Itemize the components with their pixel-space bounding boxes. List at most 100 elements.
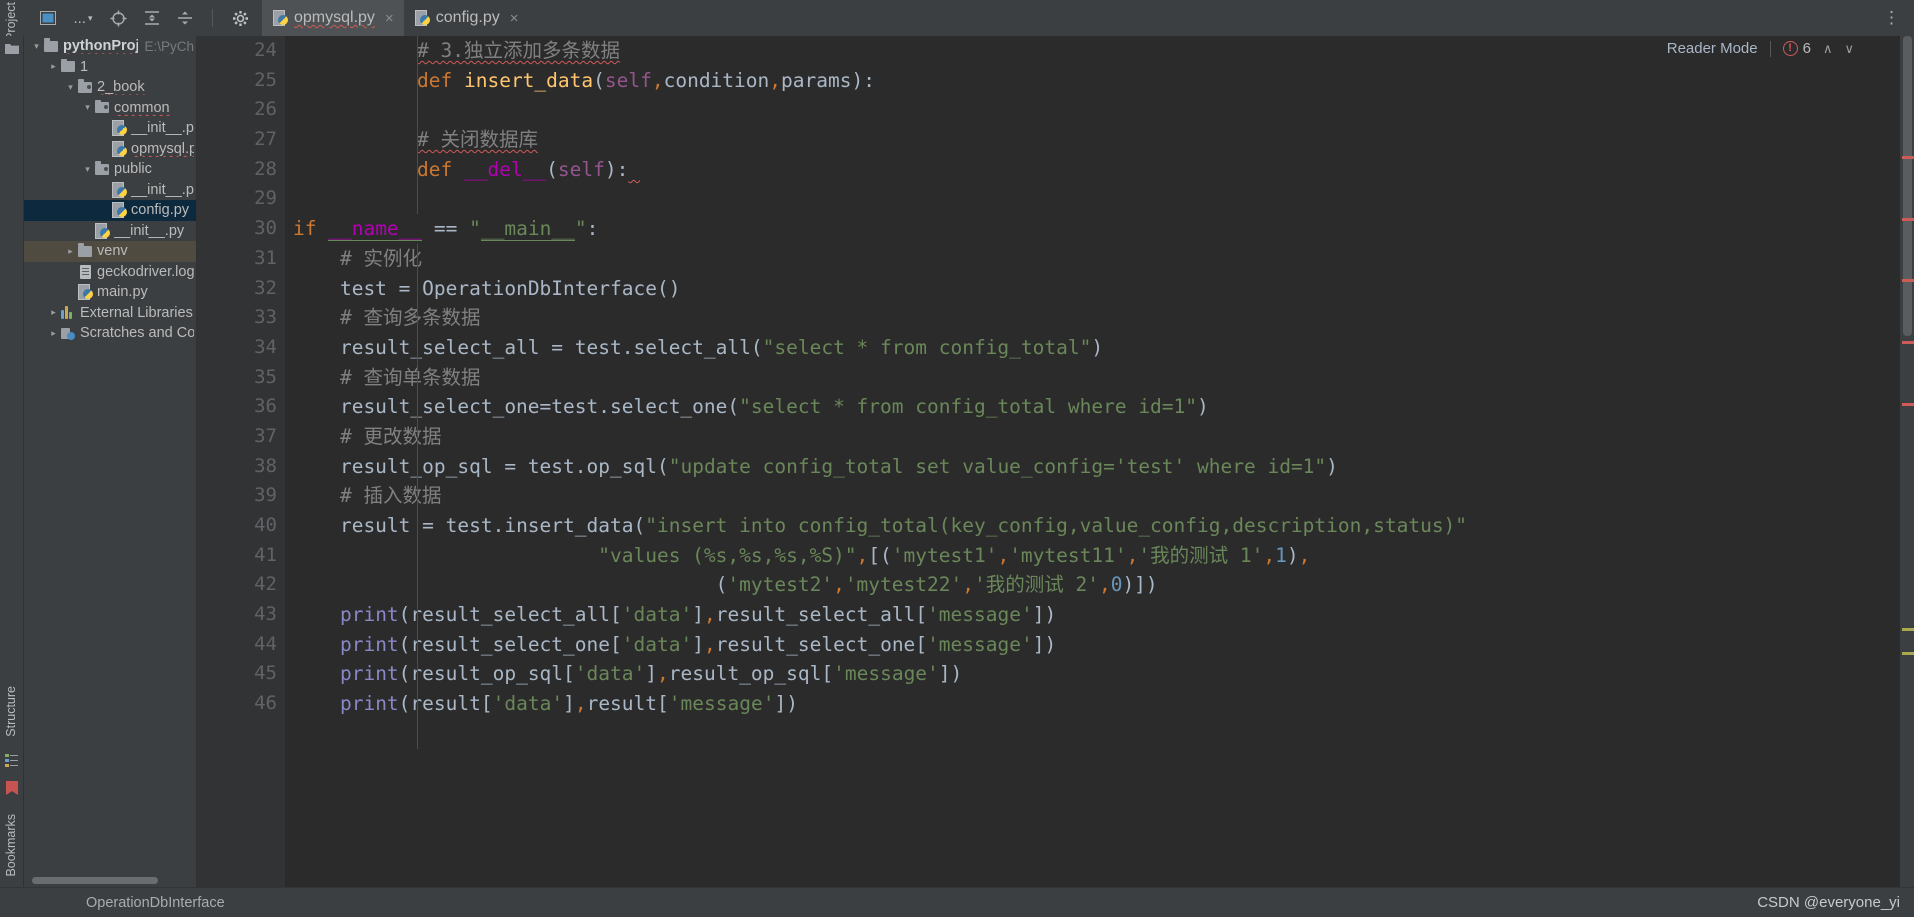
more-options-kebab-icon[interactable]: ⋮ — [1869, 0, 1914, 36]
tree-item-common[interactable]: ▾ common — [24, 98, 196, 119]
line-number[interactable]: 40 — [197, 511, 285, 541]
line-number[interactable]: 32 — [197, 274, 285, 304]
code-line[interactable]: print(result_select_one['data'],result_s… — [293, 630, 1900, 660]
line-number[interactable]: 43 — [197, 600, 285, 630]
chevron-right-icon[interactable]: ▸ — [47, 307, 60, 318]
code-line[interactable]: "values (%s,%s,%s,%S)",[('mytest1','myte… — [293, 541, 1900, 571]
tree-item-2-book[interactable]: ▾ 2_book — [24, 77, 196, 98]
settings-gear-icon[interactable] — [231, 9, 250, 28]
code-line[interactable]: def __del__(self): — [293, 155, 1900, 185]
tree-item-main-py[interactable]: main.py — [24, 282, 196, 303]
project-selector-caret[interactable]: ... ▾ — [71, 9, 95, 28]
prev-problem-icon[interactable]: ∧ — [1823, 41, 1833, 57]
line-number[interactable]: 39 — [197, 481, 285, 511]
tree-item-external-libraries[interactable]: ▸ External Libraries — [24, 303, 196, 324]
code-line[interactable]: if __name__ == "__main__": — [293, 214, 1900, 244]
line-number[interactable]: 38 — [197, 452, 285, 482]
error-count-badge[interactable]: ! 6 — [1782, 40, 1811, 57]
inspection-mark[interactable] — [1902, 341, 1914, 344]
tree-item-scratches-and-console[interactable]: ▸ Scratches and Console — [24, 323, 196, 344]
code-line[interactable]: # 3.独立添加多条数据 — [293, 36, 1900, 66]
code-line[interactable]: result = test.insert_data("insert into c… — [293, 511, 1900, 541]
code-line[interactable]: # 实例化 — [293, 244, 1900, 274]
line-number[interactable]: 36 — [197, 392, 285, 422]
line-number[interactable]: 31 — [197, 244, 285, 274]
code-line[interactable]: print(result_op_sql['data'],result_op_sq… — [293, 659, 1900, 689]
tree-item-init-py[interactable]: __init__.py — [24, 118, 196, 139]
code-line[interactable]: ('mytest2','mytest22','我的测试 2',0)]) — [293, 570, 1900, 600]
inspection-mark[interactable] — [1902, 403, 1914, 406]
line-number[interactable]: 35 — [197, 363, 285, 393]
line-number[interactable]: 25 — [197, 66, 285, 96]
tab-opmysql-py[interactable]: opmysql.py × — [262, 0, 404, 36]
code-line[interactable]: # 插入数据 — [293, 481, 1900, 511]
code-line[interactable] — [293, 95, 1900, 125]
line-number[interactable]: 45 — [197, 659, 285, 689]
line-number[interactable]: 37 — [197, 422, 285, 452]
tree-item-geckodriver-log[interactable]: geckodriver.log — [24, 262, 196, 283]
close-icon[interactable]: × — [385, 11, 394, 26]
chevron-right-icon[interactable]: ▸ — [64, 246, 77, 257]
tree-horizontal-scrollbar[interactable] — [32, 877, 158, 884]
code-line[interactable]: result_select_all = test.select_all("sel… — [293, 333, 1900, 363]
collapse-all-icon[interactable] — [175, 9, 194, 28]
target-locate-icon[interactable] — [109, 9, 128, 28]
project-folder-icon[interactable] — [5, 42, 19, 56]
chevron-down-icon[interactable]: ▾ — [30, 41, 43, 52]
line-number[interactable]: 24 — [197, 36, 285, 66]
inspection-mark[interactable] — [1902, 628, 1914, 631]
reader-mode-label[interactable]: Reader Mode — [1667, 40, 1758, 57]
line-number[interactable]: 42 — [197, 570, 285, 600]
line-number[interactable]: 44 — [197, 630, 285, 660]
line-number[interactable]: 46 — [197, 689, 285, 719]
tree-item-venv[interactable]: ▸ venv — [24, 241, 196, 262]
tree-item-opmysql-py[interactable]: opmysql.py — [24, 139, 196, 160]
next-problem-icon[interactable]: ∨ — [1844, 41, 1854, 57]
line-number[interactable]: 30 — [197, 214, 285, 244]
code-line[interactable]: test = OperationDbInterface() — [293, 274, 1900, 304]
line-number[interactable]: 34 — [197, 333, 285, 363]
inspection-mark[interactable] — [1902, 652, 1914, 655]
chevron-down-icon[interactable]: ▾ — [81, 102, 94, 113]
code-line[interactable]: # 更改数据 — [293, 422, 1900, 452]
tab-config-py[interactable]: config.py × — [404, 0, 529, 36]
code-line[interactable]: result_op_sql = test.op_sql("update conf… — [293, 452, 1900, 482]
line-number[interactable]: 41 — [197, 541, 285, 571]
code-content[interactable]: # 3.独立添加多条数据 def insert_data(self,conditi… — [285, 36, 1900, 887]
inspection-mark[interactable] — [1902, 279, 1914, 282]
code-line[interactable]: print(result['data'],result['message']) — [293, 689, 1900, 719]
inspection-mark[interactable] — [1902, 218, 1914, 221]
code-line[interactable]: # 关闭数据库 — [293, 125, 1900, 155]
close-icon[interactable]: × — [510, 11, 519, 26]
inspection-mark[interactable] — [1902, 156, 1914, 159]
bookmark-icon[interactable] — [6, 781, 18, 795]
code-line[interactable] — [293, 184, 1900, 214]
editor-scrollbar-thumb[interactable] — [1903, 36, 1912, 336]
line-number[interactable]: 27 — [197, 125, 285, 155]
tree-item-config-py[interactable]: config.py — [24, 200, 196, 221]
bookmarks-rail-label[interactable]: Bookmarks — [4, 814, 18, 877]
chevron-down-icon[interactable]: ▾ — [81, 164, 94, 175]
code-line[interactable]: # 查询多条数据 — [293, 303, 1900, 333]
tree-item-pythonproject[interactable]: ▾ pythonProject E:\PyCh — [24, 36, 196, 57]
expand-all-icon[interactable] — [142, 9, 161, 28]
line-number[interactable]: 29 — [197, 184, 285, 214]
line-number[interactable]: 28 — [197, 155, 285, 185]
structure-icon[interactable] — [5, 753, 19, 767]
editor-gutter[interactable]: 24 25 26 27 28 29 30 31 32 33 34 35 36 37 38 39 40 41 42 43… — [197, 36, 285, 887]
tree-item-init-py[interactable]: __init__.py — [24, 180, 196, 201]
code-line[interactable]: def insert_data(self,condition,params): — [293, 66, 1900, 96]
tree-item-init-py[interactable]: __init__.py — [24, 221, 196, 242]
inspection-strip[interactable] — [1900, 36, 1914, 887]
breadcrumb[interactable]: OperationDbInterface — [24, 895, 225, 911]
structure-rail-label[interactable]: Structure — [4, 686, 18, 737]
line-number[interactable]: 33 — [197, 303, 285, 333]
chevron-right-icon[interactable]: ▸ — [47, 328, 60, 339]
tree-item-public[interactable]: ▾ public — [24, 159, 196, 180]
tree-item-1[interactable]: ▸ 1 — [24, 57, 196, 78]
code-line[interactable]: result_select_one=test.select_one("selec… — [293, 392, 1900, 422]
line-number[interactable]: 26 — [197, 95, 285, 125]
chevron-right-icon[interactable]: ▸ — [47, 61, 60, 72]
chevron-down-icon[interactable]: ▾ — [64, 82, 77, 93]
code-line[interactable]: print(result_select_all['data'],result_s… — [293, 600, 1900, 630]
